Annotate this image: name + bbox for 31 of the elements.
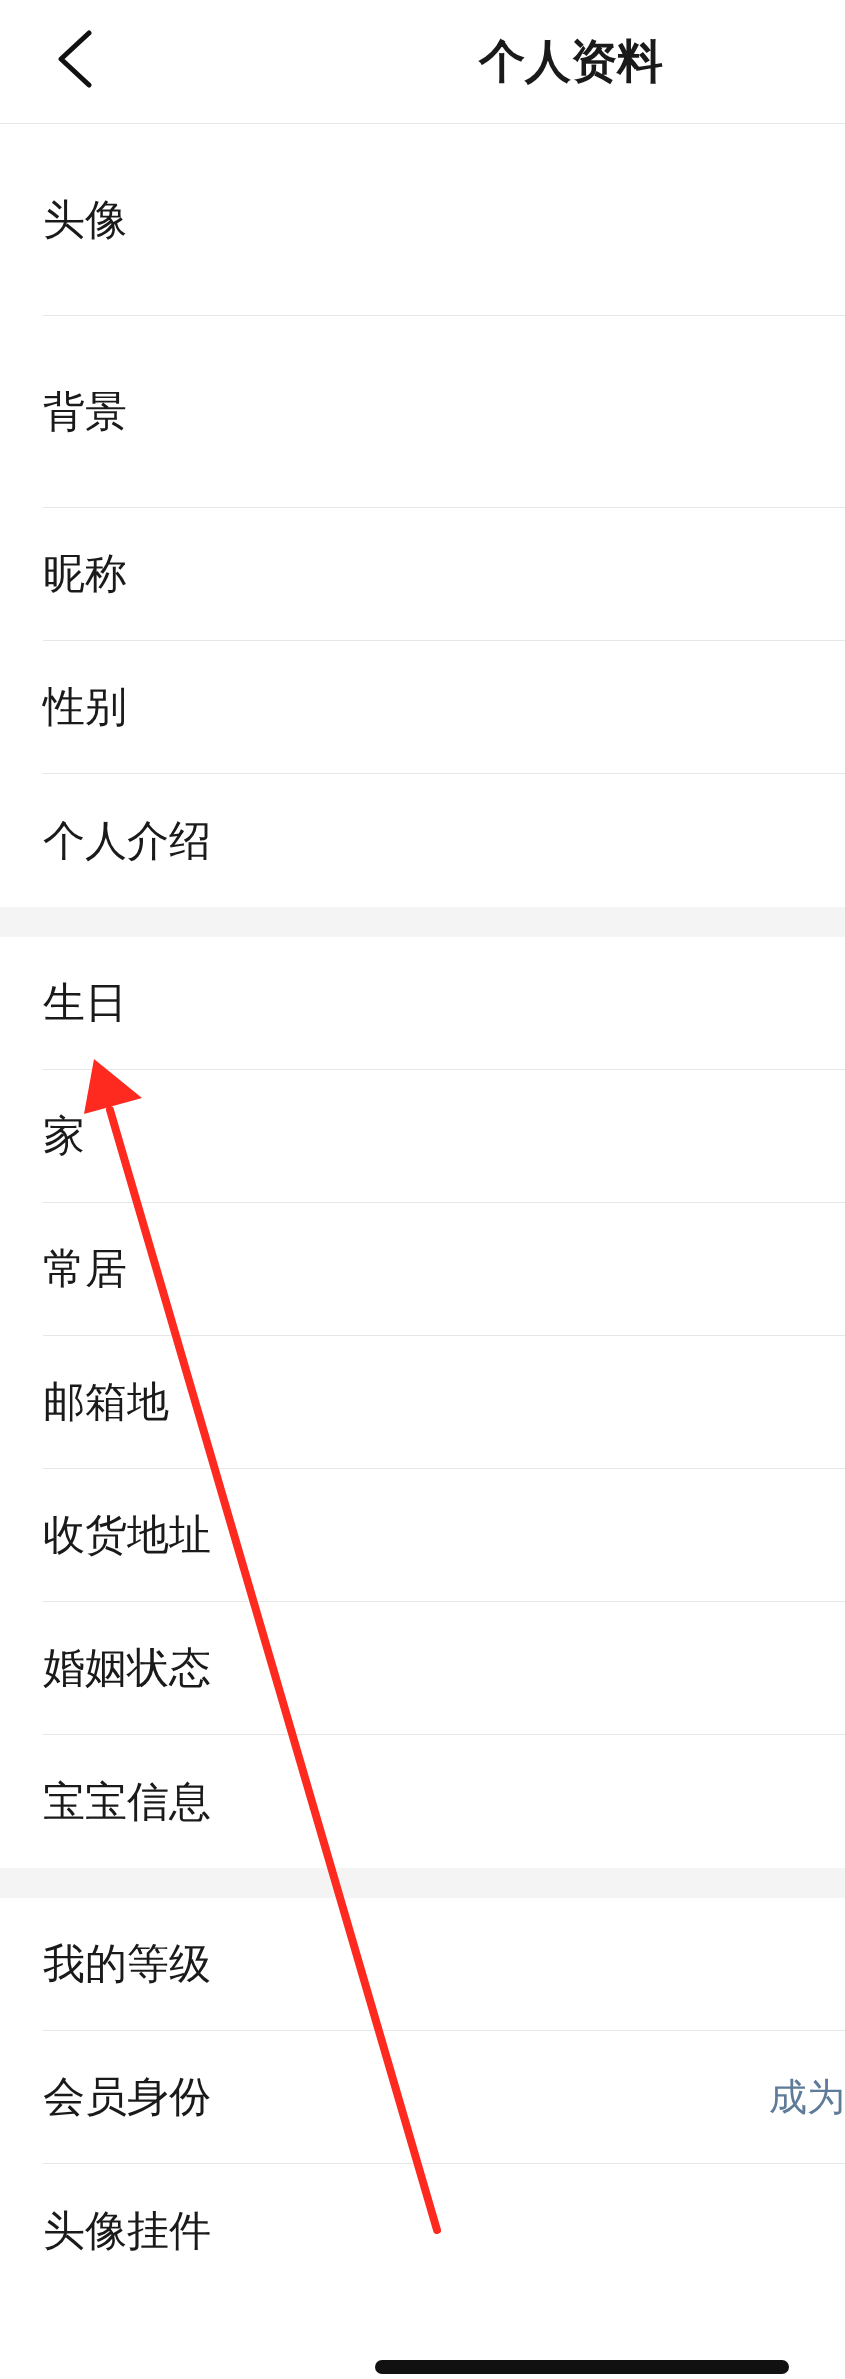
row-label: 我的等级 xyxy=(43,1938,211,1990)
settings-row[interactable]: 常居 xyxy=(43,1203,845,1336)
row-label: 婚姻状态 xyxy=(43,1642,211,1694)
row-label: 个人介绍 xyxy=(43,814,211,867)
back-icon[interactable] xyxy=(55,30,93,88)
settings-row[interactable]: 收货地址 xyxy=(43,1469,845,1602)
settings-row[interactable]: 会员身份 成为 xyxy=(43,2031,845,2164)
settings-row[interactable]: 个人介绍 xyxy=(43,774,845,907)
settings-row[interactable]: 头像 xyxy=(43,124,845,316)
row-label: 收货地址 xyxy=(43,1509,211,1561)
settings-row[interactable]: 性别 xyxy=(43,641,845,774)
row-label: 家 xyxy=(43,1110,85,1162)
settings-row[interactable]: 我的等级 xyxy=(43,1898,845,2031)
row-label: 邮箱地 xyxy=(43,1376,169,1428)
settings-row[interactable]: 昵称 xyxy=(43,508,845,641)
row-label: 昵称 xyxy=(43,548,127,600)
row-label: 性别 xyxy=(43,681,127,733)
settings-row[interactable]: 婚姻状态 xyxy=(43,1602,845,1735)
row-label: 头像挂件 xyxy=(43,2204,211,2257)
row-label: 常居 xyxy=(43,1243,127,1295)
settings-row[interactable]: 宝宝信息 xyxy=(43,1735,845,1868)
settings-row[interactable]: 头像挂件 xyxy=(43,2164,845,2297)
row-label: 背景 xyxy=(43,385,127,438)
row-label: 会员身份 xyxy=(43,2071,211,2123)
page-title: 个人资料 xyxy=(479,32,663,90)
settings-row[interactable]: 背景 xyxy=(43,316,845,508)
row-label: 头像 xyxy=(43,193,127,246)
row-label: 宝宝信息 xyxy=(43,1775,211,1828)
row-label: 生日 xyxy=(43,977,127,1029)
settings-row[interactable]: 邮箱地 xyxy=(43,1336,845,1469)
row-value: 成为 xyxy=(769,2073,845,2121)
